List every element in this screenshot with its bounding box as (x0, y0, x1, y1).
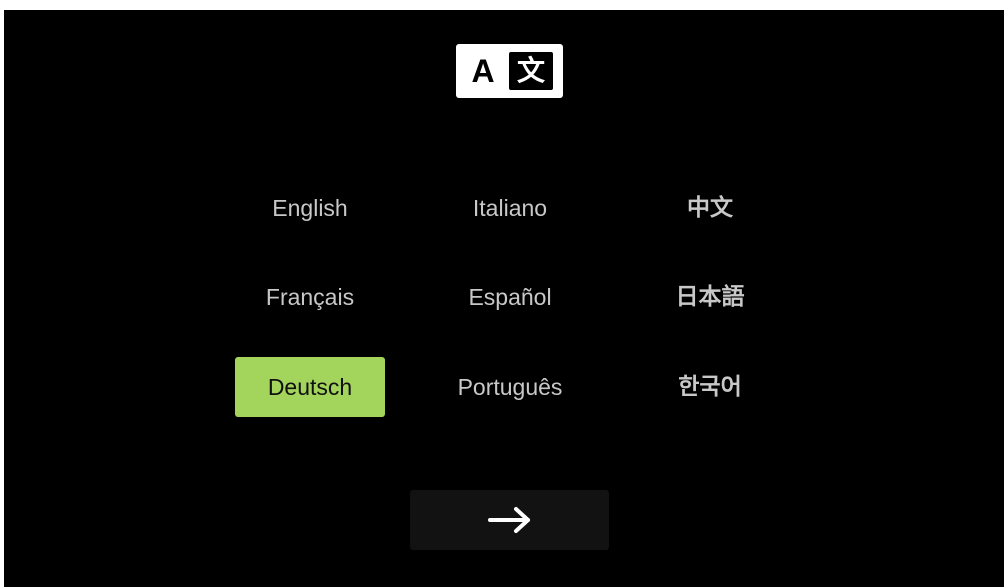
language-option-espanol[interactable]: Español (435, 267, 585, 327)
language-option-francais[interactable]: Français (235, 267, 385, 327)
translate-icon: A 文 (456, 44, 563, 98)
language-option-korean[interactable]: 한국어 (635, 357, 785, 417)
language-option-english[interactable]: English (235, 178, 385, 238)
language-option-deutsch[interactable]: Deutsch (235, 357, 385, 417)
translate-icon-cjk-glyph: 文 (509, 52, 553, 90)
language-option-italiano[interactable]: Italiano (435, 178, 585, 238)
language-option-portugues[interactable]: Português (435, 357, 585, 417)
language-option-japanese[interactable]: 日本語 (635, 267, 785, 327)
language-select-screen: A 文 English Italiano 中文 Français Español… (4, 10, 1004, 587)
arrow-right-icon (488, 507, 530, 533)
language-option-chinese[interactable]: 中文 (635, 178, 785, 238)
next-button[interactable] (410, 490, 609, 550)
translate-icon-latin-letter: A (471, 53, 495, 89)
